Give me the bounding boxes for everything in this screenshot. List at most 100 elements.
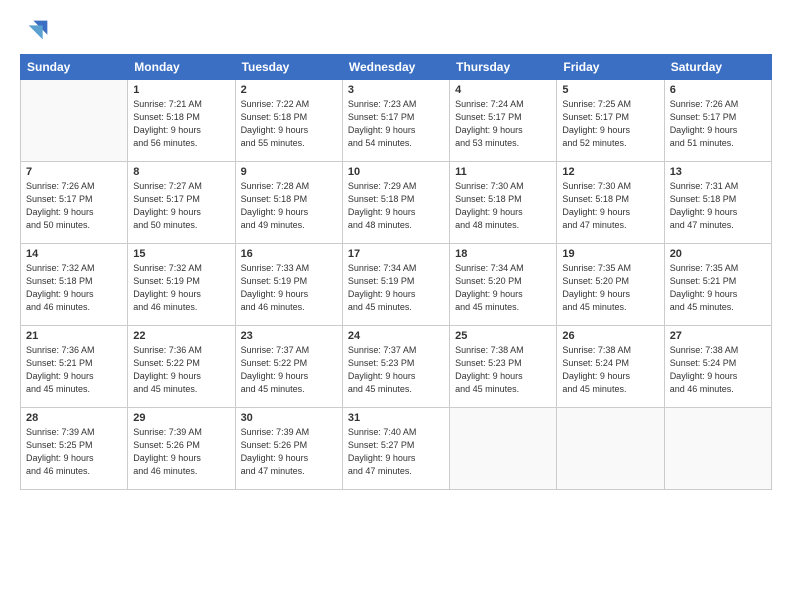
day-number: 16: [241, 248, 337, 260]
logo-icon: [24, 16, 52, 44]
day-info: Sunrise: 7:38 AM Sunset: 5:23 PM Dayligh…: [455, 344, 551, 396]
day-number: 22: [133, 330, 229, 342]
day-info: Sunrise: 7:28 AM Sunset: 5:18 PM Dayligh…: [241, 180, 337, 232]
calendar-cell: 10 Sunrise: 7:29 AM Sunset: 5:18 PM Dayli…: [342, 162, 449, 244]
day-info: Sunrise: 7:40 AM Sunset: 5:27 PM Dayligh…: [348, 426, 444, 478]
day-info: Sunrise: 7:27 AM Sunset: 5:17 PM Dayligh…: [133, 180, 229, 232]
day-info: Sunrise: 7:29 AM Sunset: 5:18 PM Dayligh…: [348, 180, 444, 232]
col-header-monday: Monday: [128, 55, 235, 80]
day-number: 28: [26, 412, 122, 424]
day-number: 20: [670, 248, 766, 260]
calendar-cell: 25 Sunrise: 7:38 AM Sunset: 5:23 PM Dayli…: [450, 326, 557, 408]
calendar-cell: 8 Sunrise: 7:27 AM Sunset: 5:17 PM Daylig…: [128, 162, 235, 244]
day-number: 2: [241, 84, 337, 96]
calendar-cell: 13 Sunrise: 7:31 AM Sunset: 5:18 PM Dayli…: [664, 162, 771, 244]
day-info: Sunrise: 7:25 AM Sunset: 5:17 PM Dayligh…: [562, 98, 658, 150]
calendar-cell: 14 Sunrise: 7:32 AM Sunset: 5:18 PM Dayli…: [21, 244, 128, 326]
col-header-saturday: Saturday: [664, 55, 771, 80]
day-number: 14: [26, 248, 122, 260]
day-number: 9: [241, 166, 337, 178]
calendar-cell: [664, 408, 771, 490]
calendar-cell: 12Sunrise: 7:30 AM Sunset: 5:18 PM Dayli…: [557, 162, 664, 244]
week-row-4: 21 Sunrise: 7:36 AM Sunset: 5:21 PM Dayli…: [21, 326, 772, 408]
week-row-2: 7 Sunrise: 7:26 AM Sunset: 5:17 PM Daylig…: [21, 162, 772, 244]
day-number: 8: [133, 166, 229, 178]
day-info: Sunrise: 7:35 AM Sunset: 5:21 PM Dayligh…: [670, 262, 766, 314]
calendar-cell: 3 Sunrise: 7:23 AM Sunset: 5:17 PM Daylig…: [342, 80, 449, 162]
day-number: 10: [348, 166, 444, 178]
day-info: Sunrise: 7:32 AM Sunset: 5:19 PM Dayligh…: [133, 262, 229, 314]
day-number: 27: [670, 330, 766, 342]
day-number: 25: [455, 330, 551, 342]
calendar-cell: 2Sunrise: 7:22 AM Sunset: 5:18 PM Daylig…: [235, 80, 342, 162]
day-info: Sunrise: 7:36 AM Sunset: 5:21 PM Dayligh…: [26, 344, 122, 396]
header: [20, 16, 772, 44]
calendar-cell: [450, 408, 557, 490]
day-info: Sunrise: 7:38 AM Sunset: 5:24 PM Dayligh…: [670, 344, 766, 396]
day-info: Sunrise: 7:30 AM Sunset: 5:18 PM Dayligh…: [455, 180, 551, 232]
week-row-3: 14 Sunrise: 7:32 AM Sunset: 5:18 PM Dayli…: [21, 244, 772, 326]
day-info: Sunrise: 7:31 AM Sunset: 5:18 PM Dayligh…: [670, 180, 766, 232]
day-number: 13: [670, 166, 766, 178]
calendar-cell: 31 Sunrise: 7:40 AM Sunset: 5:27 PM Dayli…: [342, 408, 449, 490]
day-number: 11: [455, 166, 551, 178]
day-number: 6: [670, 84, 766, 96]
day-number: 7: [26, 166, 122, 178]
day-number: 31: [348, 412, 444, 424]
calendar-cell: 20 Sunrise: 7:35 AM Sunset: 5:21 PM Dayli…: [664, 244, 771, 326]
day-info: Sunrise: 7:36 AM Sunset: 5:22 PM Dayligh…: [133, 344, 229, 396]
calendar-cell: 26 Sunrise: 7:38 AM Sunset: 5:24 PM Dayli…: [557, 326, 664, 408]
calendar-cell: [21, 80, 128, 162]
calendar-cell: 7 Sunrise: 7:26 AM Sunset: 5:17 PM Daylig…: [21, 162, 128, 244]
day-number: 3: [348, 84, 444, 96]
calendar-cell: 5 Sunrise: 7:25 AM Sunset: 5:17 PM Daylig…: [557, 80, 664, 162]
calendar-cell: 11 Sunrise: 7:30 AM Sunset: 5:18 PM Dayli…: [450, 162, 557, 244]
calendar-cell: 6 Sunrise: 7:26 AM Sunset: 5:17 PM Daylig…: [664, 80, 771, 162]
col-header-tuesday: Tuesday: [235, 55, 342, 80]
calendar-cell: 27 Sunrise: 7:38 AM Sunset: 5:24 PM Dayli…: [664, 326, 771, 408]
day-number: 29: [133, 412, 229, 424]
day-info: Sunrise: 7:39 AM Sunset: 5:26 PM Dayligh…: [241, 426, 337, 478]
day-number: 18: [455, 248, 551, 260]
day-info: Sunrise: 7:37 AM Sunset: 5:22 PM Dayligh…: [241, 344, 337, 396]
calendar-cell: 24 Sunrise: 7:37 AM Sunset: 5:23 PM Dayli…: [342, 326, 449, 408]
logo: [20, 16, 52, 44]
calendar-cell: 23 Sunrise: 7:37 AM Sunset: 5:22 PM Dayli…: [235, 326, 342, 408]
day-number: 21: [26, 330, 122, 342]
calendar-header-row: SundayMondayTuesdayWednesdayThursdayFrid…: [21, 55, 772, 80]
calendar-cell: 16Sunrise: 7:33 AM Sunset: 5:19 PM Dayli…: [235, 244, 342, 326]
calendar-cell: 19 Sunrise: 7:35 AM Sunset: 5:20 PM Dayli…: [557, 244, 664, 326]
day-number: 1: [133, 84, 229, 96]
day-info: Sunrise: 7:38 AM Sunset: 5:24 PM Dayligh…: [562, 344, 658, 396]
day-info: Sunrise: 7:26 AM Sunset: 5:17 PM Dayligh…: [670, 98, 766, 150]
calendar-cell: 28 Sunrise: 7:39 AM Sunset: 5:25 PM Dayli…: [21, 408, 128, 490]
day-number: 19: [562, 248, 658, 260]
day-info: Sunrise: 7:39 AM Sunset: 5:25 PM Dayligh…: [26, 426, 122, 478]
calendar-cell: 18 Sunrise: 7:34 AM Sunset: 5:20 PM Dayli…: [450, 244, 557, 326]
day-info: Sunrise: 7:32 AM Sunset: 5:18 PM Dayligh…: [26, 262, 122, 314]
day-number: 23: [241, 330, 337, 342]
calendar-cell: 1 Sunrise: 7:21 AM Sunset: 5:18 PM Daylig…: [128, 80, 235, 162]
calendar-cell: 30Sunrise: 7:39 AM Sunset: 5:26 PM Dayli…: [235, 408, 342, 490]
col-header-friday: Friday: [557, 55, 664, 80]
day-info: Sunrise: 7:26 AM Sunset: 5:17 PM Dayligh…: [26, 180, 122, 232]
day-number: 4: [455, 84, 551, 96]
day-info: Sunrise: 7:35 AM Sunset: 5:20 PM Dayligh…: [562, 262, 658, 314]
day-number: 15: [133, 248, 229, 260]
day-info: Sunrise: 7:23 AM Sunset: 5:17 PM Dayligh…: [348, 98, 444, 150]
day-number: 26: [562, 330, 658, 342]
day-number: 5: [562, 84, 658, 96]
calendar-cell: [557, 408, 664, 490]
calendar-cell: 29 Sunrise: 7:39 AM Sunset: 5:26 PM Dayli…: [128, 408, 235, 490]
day-number: 12: [562, 166, 658, 178]
col-header-thursday: Thursday: [450, 55, 557, 80]
day-info: Sunrise: 7:39 AM Sunset: 5:26 PM Dayligh…: [133, 426, 229, 478]
calendar: SundayMondayTuesdayWednesdayThursdayFrid…: [20, 54, 772, 490]
calendar-cell: 17Sunrise: 7:34 AM Sunset: 5:19 PM Dayli…: [342, 244, 449, 326]
week-row-5: 28 Sunrise: 7:39 AM Sunset: 5:25 PM Dayli…: [21, 408, 772, 490]
day-info: Sunrise: 7:21 AM Sunset: 5:18 PM Dayligh…: [133, 98, 229, 150]
calendar-cell: 15 Sunrise: 7:32 AM Sunset: 5:19 PM Dayli…: [128, 244, 235, 326]
day-info: Sunrise: 7:34 AM Sunset: 5:20 PM Dayligh…: [455, 262, 551, 314]
day-number: 24: [348, 330, 444, 342]
day-info: Sunrise: 7:37 AM Sunset: 5:23 PM Dayligh…: [348, 344, 444, 396]
